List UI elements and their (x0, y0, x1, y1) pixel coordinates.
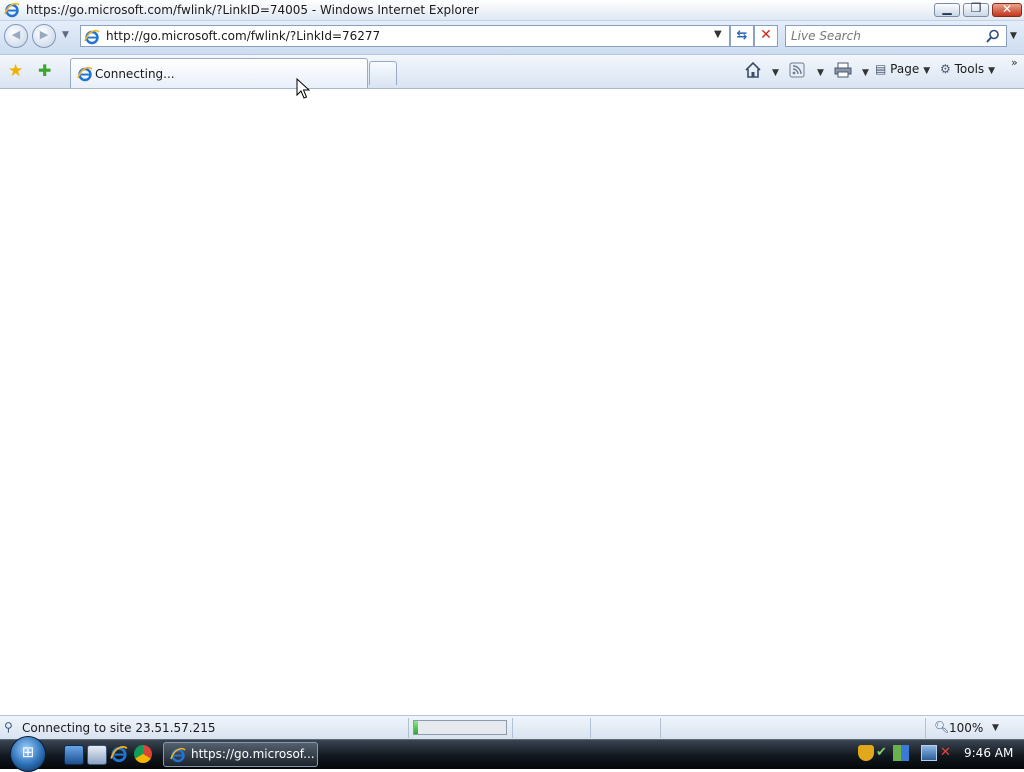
progress-fill (414, 721, 418, 734)
search-options-icon[interactable]: ▼ (1010, 31, 1017, 41)
rss-feed-icon[interactable] (789, 62, 805, 78)
address-dropdown-icon[interactable]: ▼ (714, 29, 722, 40)
close-button[interactable]: ✕ (992, 2, 1022, 17)
printer-icon[interactable] (834, 62, 852, 78)
status-bar: ⚲ Connecting to site 23.51.57.215 🔍︎ 100… (0, 715, 1024, 740)
address-bar[interactable]: http://go.microsoft.com/fwlink/?LinkId=7… (80, 25, 730, 47)
status-separator (408, 718, 409, 738)
window-title: https://go.microsoft.com/fwlink/?LinkID=… (26, 3, 479, 17)
title-bar: https://go.microsoft.com/fwlink/?LinkID=… (0, 0, 1024, 21)
stop-button[interactable]: ✕ (754, 25, 778, 47)
taskbar-ie-window[interactable]: https://go.microsof... (163, 742, 318, 767)
navigation-bar: ◀ ▶ ▼ http://go.microsoft.com/fwlink/?Li… (0, 21, 1024, 55)
zoom-dropdown-icon[interactable]: ▼ (992, 723, 999, 733)
taskbar-ie-icon (170, 747, 186, 763)
status-separator (660, 718, 661, 738)
search-box[interactable]: Live Search (785, 25, 1007, 47)
search-input[interactable]: Live Search (791, 29, 861, 43)
tools-menu-label: Tools (954, 62, 985, 76)
zoom-level[interactable]: 100% (949, 721, 983, 735)
volume-muted-icon[interactable]: ✕ (940, 745, 956, 761)
page-menu-label: Page (890, 62, 920, 76)
stop-icon: ✕ (760, 27, 772, 43)
network-icon[interactable] (921, 745, 937, 761)
search-icon[interactable] (986, 29, 1000, 43)
home-icon[interactable] (744, 61, 762, 79)
page-menu[interactable]: ▤ Page ▼ (875, 62, 930, 76)
page-icon: ▤ (875, 62, 887, 76)
ie-logo-icon (4, 2, 20, 18)
forward-arrow-icon: ▶ (39, 28, 49, 41)
switch-windows-icon[interactable] (87, 745, 107, 765)
back-button[interactable]: ◀ (4, 24, 28, 48)
tab-page-icon (77, 66, 93, 82)
status-search-icon: ⚲ (4, 720, 13, 734)
status-separator (925, 718, 926, 738)
feeds-dropdown-icon[interactable]: ▼ (813, 64, 824, 78)
print-dropdown-icon[interactable]: ▼ (858, 64, 869, 78)
page-icon (84, 29, 100, 45)
update-check-icon[interactable]: ✔ (876, 745, 892, 761)
address-input[interactable]: http://go.microsoft.com/fwlink/?LinkId=7… (106, 29, 380, 43)
favorites-center-icon[interactable]: ★ (8, 61, 23, 81)
windows-flag-icon[interactable] (893, 745, 909, 761)
gear-icon: ⚙ (940, 62, 951, 76)
minimize-icon: ▁ (942, 1, 952, 15)
restore-button[interactable]: ❐ (963, 1, 989, 17)
loading-progress-bar (413, 720, 507, 735)
back-arrow-icon: ◀ (11, 28, 21, 41)
chrome-icon[interactable] (134, 745, 152, 763)
home-dropdown-icon[interactable]: ▼ (768, 64, 779, 78)
taskbar: ⊞ https://go.microsof... ✔ ✕ 9:46 AM (0, 736, 1024, 772)
add-to-favorites-icon[interactable]: ✚ (38, 61, 51, 80)
taskbar-window-label: https://go.microsof... (191, 747, 315, 761)
internet-explorer-launch-icon[interactable] (110, 745, 128, 763)
zoom-icon[interactable]: 🔍︎ (934, 720, 949, 734)
status-separator (512, 718, 513, 738)
restore-icon: ❐ (970, 1, 982, 15)
new-tab-button[interactable] (369, 61, 397, 85)
tab-current[interactable]: Connecting... (70, 58, 368, 88)
status-separator (590, 718, 591, 738)
mouse-cursor-icon (296, 78, 310, 99)
minimize-button[interactable]: ▁ (934, 1, 960, 17)
tools-menu[interactable]: ⚙ Tools ▼ (940, 62, 995, 76)
chevron-more-icon[interactable]: » (1011, 56, 1018, 69)
start-button[interactable]: ⊞ (10, 736, 46, 772)
close-icon: ✕ (1001, 2, 1013, 16)
refresh-icon: ⇆ (736, 28, 748, 43)
status-text: Connecting to site 23.51.57.215 (22, 721, 216, 735)
security-shield-icon[interactable] (858, 745, 874, 761)
page-content[interactable] (0, 89, 1024, 715)
windows-logo-icon: ⊞ (21, 743, 35, 761)
clock[interactable]: 9:46 AM (964, 746, 1013, 760)
forward-button[interactable]: ▶ (32, 24, 56, 48)
tab-label: Connecting... (95, 67, 175, 81)
recent-pages-dropdown[interactable]: ▼ (62, 30, 69, 40)
command-bar: ★ ✚ Connecting... ▼ ▼ ▼ ▤ Page ▼ ⚙ Tools ▼… (0, 55, 1024, 89)
show-desktop-icon[interactable] (64, 745, 84, 765)
refresh-button[interactable]: ⇆ (730, 25, 754, 47)
